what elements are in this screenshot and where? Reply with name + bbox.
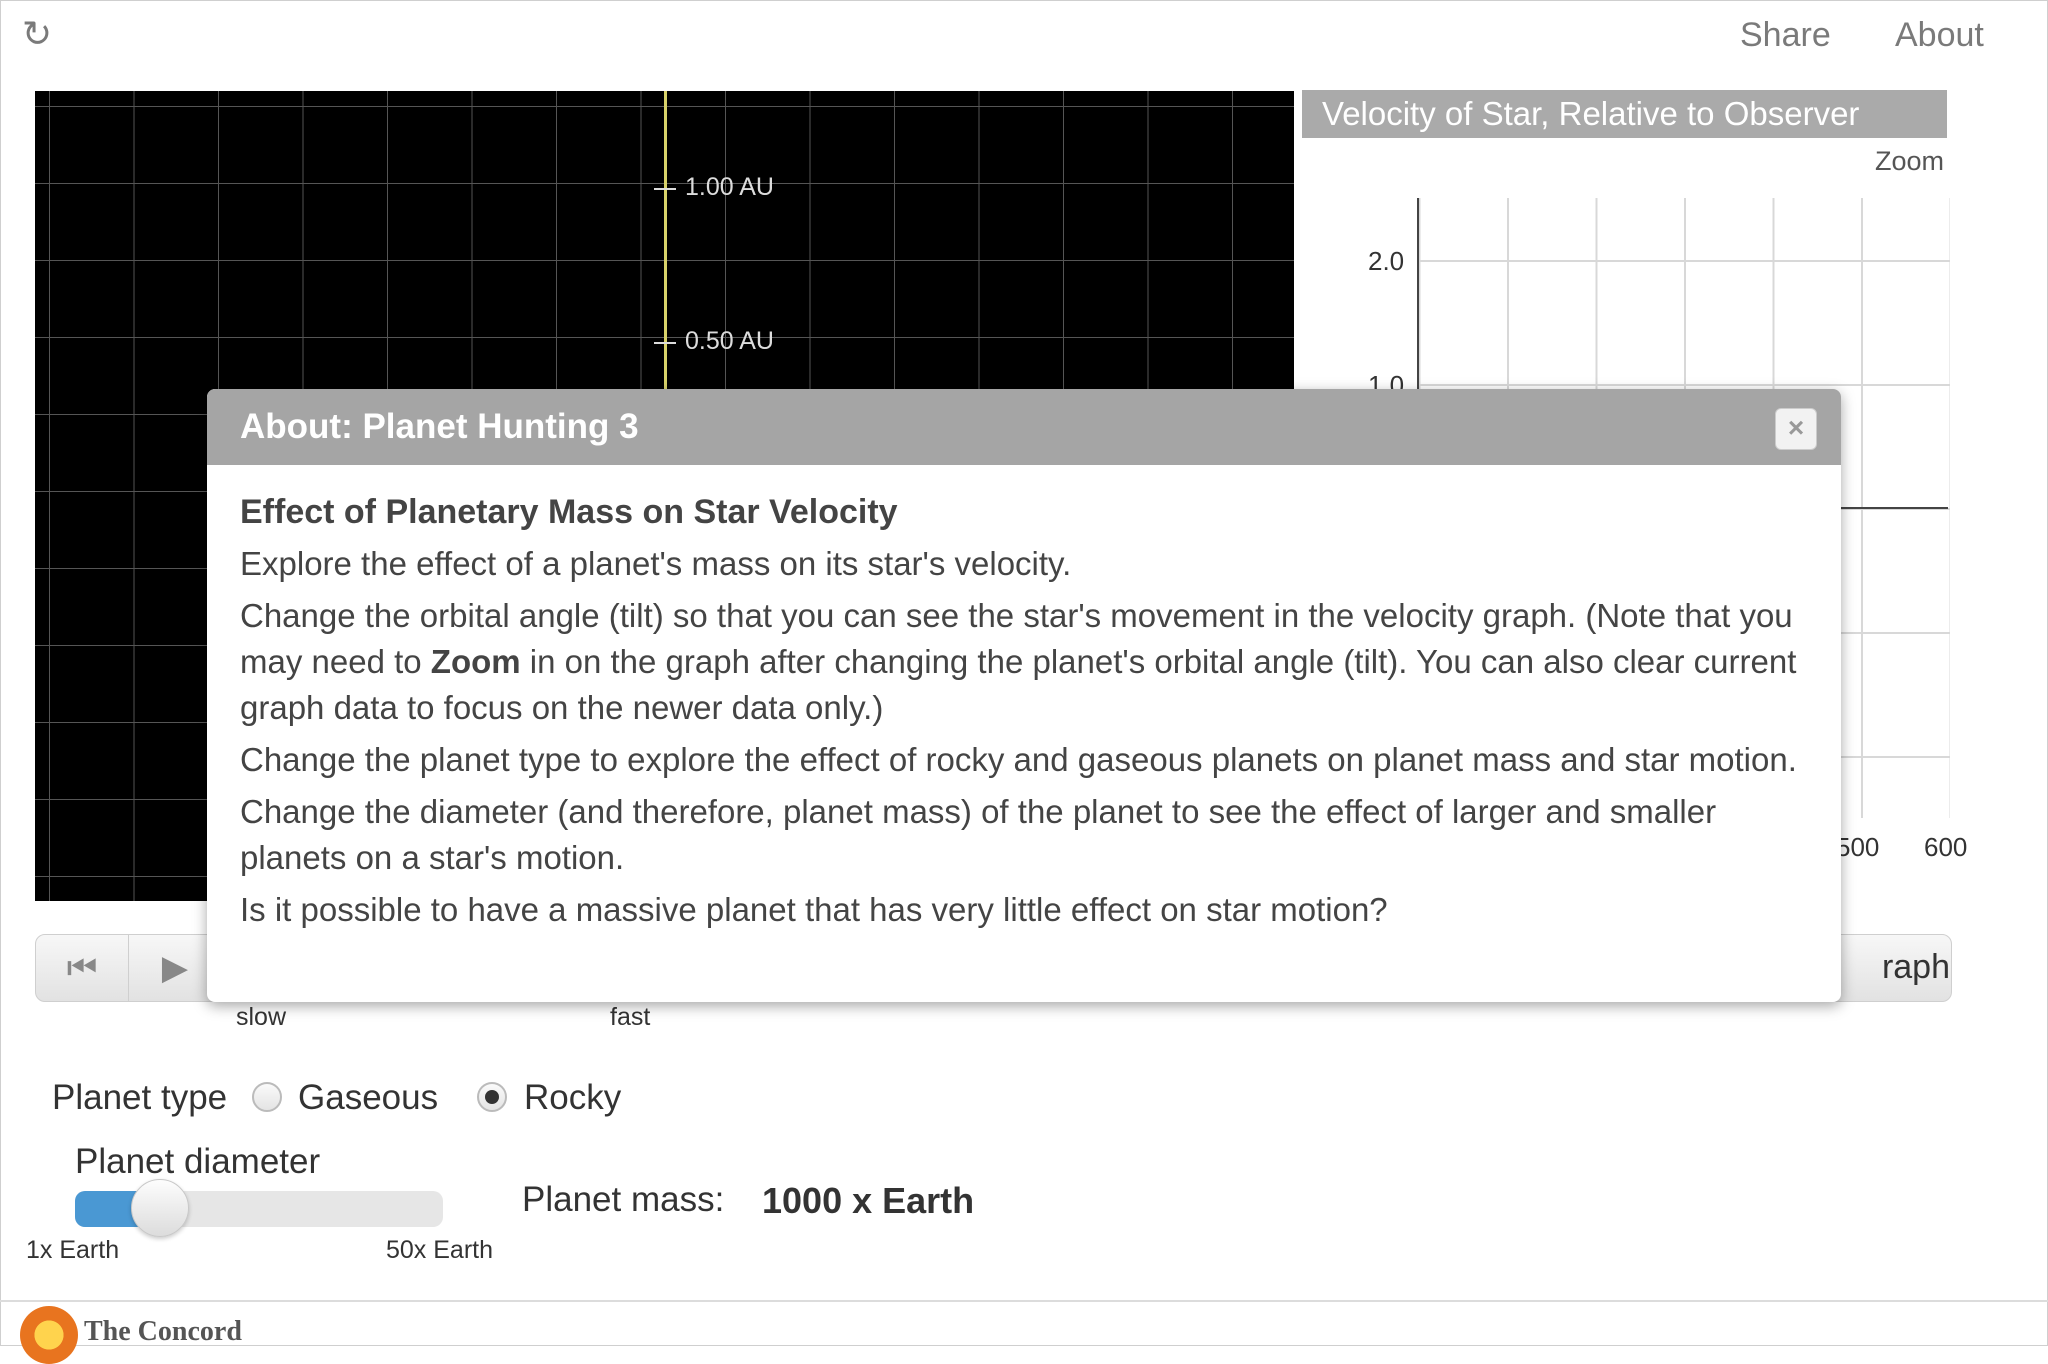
radio-rocky-label[interactable]: Rocky	[524, 1078, 621, 1118]
concord-logo-text: The Concord	[84, 1316, 242, 1347]
graph-title: Velocity of Star, Relative to Observer	[1302, 90, 1947, 138]
planet-mass-label: Planet mass:	[522, 1180, 725, 1219]
rewind-icon[interactable]: ⏮	[36, 935, 129, 1001]
slider-min-label: 1x Earth	[26, 1236, 120, 1264]
reload-icon[interactable]: ↻	[22, 17, 56, 53]
close-icon[interactable]: ×	[1775, 408, 1817, 450]
planet-type-label: Planet type	[52, 1078, 228, 1117]
planet-diameter-slider[interactable]	[75, 1179, 443, 1237]
radio-gaseous-label[interactable]: Gaseous	[298, 1078, 438, 1118]
dialog-paragraph: Change the planet type to explore the ef…	[240, 741, 1797, 778]
footer-divider	[0, 1300, 2048, 1302]
x-tick-label: 500	[1836, 832, 1880, 862]
dialog-bold-text: Zoom	[430, 643, 521, 680]
about-dialog: About: Planet Hunting 3 × Effect of Plan…	[207, 389, 1841, 1002]
dialog-paragraph: Explore the effect of a planet's mass on…	[240, 545, 1072, 582]
au-label-1: 1.00 AU	[685, 173, 774, 201]
planet-diameter-label: Planet diameter	[75, 1142, 321, 1181]
au-tick	[654, 188, 676, 190]
dialog-paragraph: Change the orbital angle (tilt) so that …	[240, 593, 1808, 731]
slider-max-label: 50x Earth	[386, 1236, 494, 1264]
dialog-heading: Effect of Planetary Mass on Star Velocit…	[240, 493, 898, 531]
slider-handle[interactable]	[131, 1179, 189, 1237]
au-tick	[654, 342, 676, 344]
concord-logo-icon	[20, 1306, 78, 1364]
radio-rocky[interactable]	[477, 1082, 507, 1112]
zoom-button[interactable]: Zoom	[1875, 146, 1944, 177]
speed-fast-label: fast	[610, 1003, 651, 1031]
graph-zero-line	[1840, 507, 1948, 509]
share-link[interactable]: Share	[1740, 16, 1831, 55]
dialog-body: Effect of Planetary Mass on Star Velocit…	[207, 465, 1841, 933]
dialog-paragraph: Is it possible to have a massive planet …	[240, 891, 1388, 928]
about-link[interactable]: About	[1895, 16, 1984, 55]
planet-mass-value: 1000 x Earth	[762, 1180, 975, 1221]
y-tick-label: 2.0	[1368, 246, 1405, 276]
speed-slow-label: slow	[236, 1003, 287, 1031]
dialog-paragraph: Change the diameter (and therefore, plan…	[240, 793, 1717, 876]
radio-gaseous[interactable]	[252, 1082, 282, 1112]
x-tick-label: 600	[1924, 832, 1968, 862]
au-label-2: 0.50 AU	[685, 327, 774, 355]
dialog-title: About: Planet Hunting 3	[207, 389, 1841, 465]
